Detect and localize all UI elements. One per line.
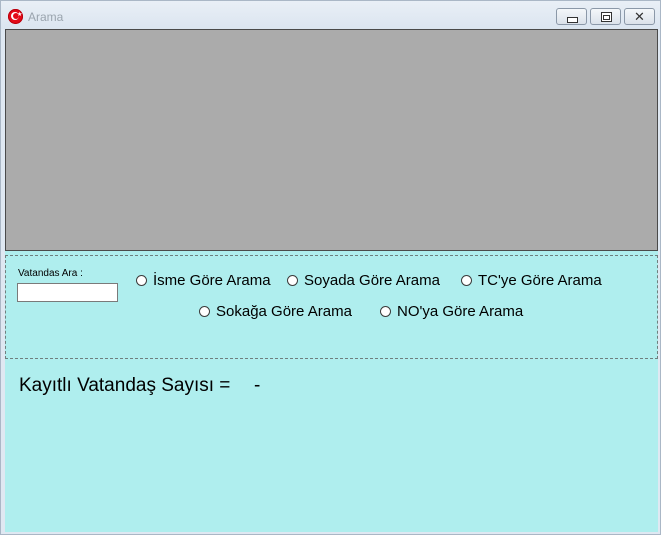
radio-label: İsme Göre Arama	[153, 272, 271, 289]
radio-circle-icon	[136, 275, 147, 286]
radio-search-by-tc[interactable]: TC'ye Göre Arama	[461, 272, 602, 289]
window-title: Arama	[28, 10, 64, 24]
citizen-count-label: Kayıtlı Vatandaş Sayısı =	[19, 375, 231, 396]
radio-circle-icon	[380, 306, 391, 317]
search-group: Vatandas Ara : İsme Göre Arama Soyada Gö…	[5, 255, 658, 359]
maximize-button[interactable]	[590, 8, 621, 25]
search-label: Vatandas Ara :	[18, 268, 83, 279]
minimize-button[interactable]	[556, 8, 587, 25]
radio-circle-icon	[461, 275, 472, 286]
radio-search-by-surname[interactable]: Soyada Göre Arama	[287, 272, 440, 289]
close-icon: ✕	[634, 9, 645, 24]
client-area: Vatandas Ara : İsme Göre Arama Soyada Gö…	[5, 29, 658, 532]
radio-label: NO'ya Göre Arama	[397, 303, 524, 320]
results-grid[interactable]	[5, 29, 658, 251]
close-button[interactable]: ✕	[624, 8, 655, 25]
radio-label: Soyada Göre Arama	[304, 272, 440, 289]
radio-search-by-street[interactable]: Sokağa Göre Arama	[199, 303, 352, 320]
radio-search-by-name[interactable]: İsme Göre Arama	[136, 272, 271, 289]
radio-search-by-number[interactable]: NO'ya Göre Arama	[380, 303, 523, 320]
title-bar[interactable]: ★ Arama ✕	[1, 1, 660, 29]
app-window: ★ Arama ✕ Vatandas Ara : İsme Göre Arama…	[0, 0, 661, 535]
radio-circle-icon	[199, 306, 210, 317]
radio-circle-icon	[287, 275, 298, 286]
search-input[interactable]	[17, 283, 118, 302]
radio-label: TC'ye Göre Arama	[478, 272, 602, 289]
turkish-flag-icon: ★	[8, 9, 23, 24]
radio-label: Sokağa Göre Arama	[216, 303, 352, 320]
citizen-count-value: -	[254, 375, 261, 396]
minimize-icon	[567, 17, 578, 23]
